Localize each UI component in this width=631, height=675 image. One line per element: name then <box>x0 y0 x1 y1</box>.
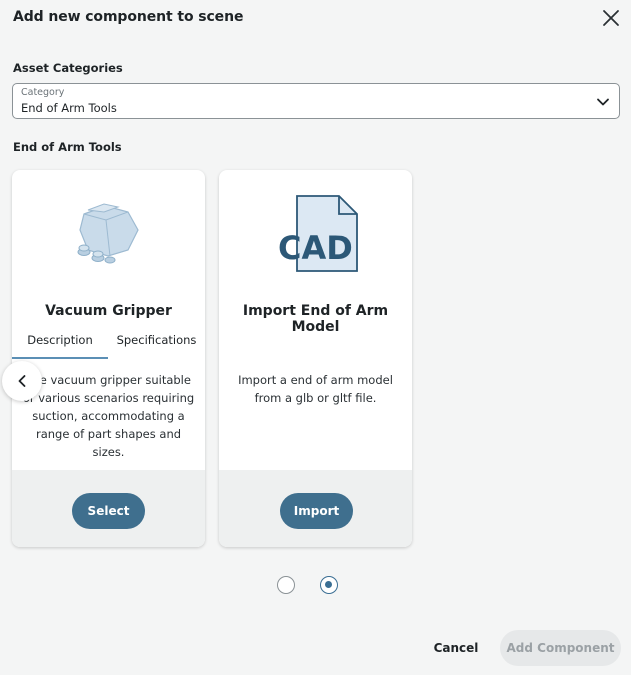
tab-specifications[interactable]: Specifications <box>108 332 205 359</box>
end-of-arm-tools-heading: End of Arm Tools <box>13 140 122 154</box>
tab-description[interactable]: Description <box>12 332 108 359</box>
select-button[interactable]: Select <box>72 493 145 529</box>
description-line: or various scenarios requiring <box>22 391 195 405</box>
card-title: Import End of Arm Model <box>242 303 389 335</box>
pagination-dot-1[interactable] <box>277 576 295 594</box>
card-title: Vacuum Gripper <box>45 303 172 319</box>
category-select[interactable]: Category End of Arm Tools <box>12 83 620 119</box>
import-button[interactable]: Import <box>280 493 353 529</box>
chevron-down-icon <box>597 98 609 106</box>
import-model-card: CAD Import End of Arm Model Import a end… <box>219 170 412 547</box>
vacuum-gripper-card: Vacuum Gripper Description Specification… <box>12 170 205 547</box>
close-icon <box>603 10 619 26</box>
add-component-dialog: Add new component to scene Asset Categor… <box>0 0 631 675</box>
pagination-dot-2-active[interactable] <box>320 576 338 594</box>
description-line: suction, accommodating a <box>32 409 185 423</box>
close-button[interactable] <box>600 7 622 29</box>
cancel-button[interactable]: Cancel <box>428 632 484 664</box>
cad-file-icon: CAD <box>278 195 358 272</box>
description-line: range of part shapes and sizes. <box>35 427 182 459</box>
active-dot-marker <box>325 581 332 588</box>
dialog-title: Add new component to scene <box>13 9 244 25</box>
card-tabs: Description Specifications <box>12 332 205 360</box>
cad-text: CAD <box>278 229 353 267</box>
description-line: from a glb or gltf file. <box>254 391 377 405</box>
active-tab-indicator <box>12 357 108 359</box>
vacuum-gripper-icon <box>77 203 139 264</box>
description-line: ible vacuum gripper suitable <box>26 373 191 387</box>
add-component-button[interactable]: Add Component <box>500 630 621 666</box>
description-line: Import a end of arm model <box>238 373 393 387</box>
category-field-value: End of Arm Tools <box>21 101 117 115</box>
carousel-previous-button[interactable] <box>2 361 42 401</box>
asset-categories-heading: Asset Categories <box>13 61 123 75</box>
card-description: Import a end of arm model from a glb or … <box>227 371 404 407</box>
category-field-label: Category <box>21 87 65 98</box>
chevron-left-icon <box>18 375 26 387</box>
